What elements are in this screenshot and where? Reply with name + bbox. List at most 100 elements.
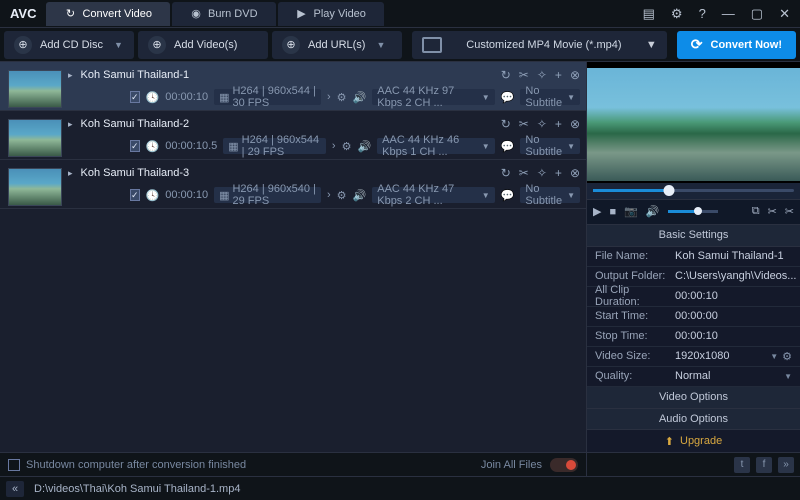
menu-icon[interactable]: ▤ [639,6,659,22]
audio-track-selector[interactable]: AAC 44 KHz 97 Kbps 2 CH ...▼ [372,89,494,105]
file-title: Koh Samui Thailand-3 [81,167,493,179]
add-videos-button[interactable]: ⊕ Add Video(s) [138,31,268,59]
video-thumbnail [8,119,62,157]
subtitle-selector[interactable]: No Subtitle▼ [520,89,580,105]
video-size-selector[interactable]: 1920x1080▼ [675,350,778,362]
close-button[interactable]: ✕ [775,6,794,22]
add-icon[interactable]: + [555,68,562,82]
volume-slider[interactable] [668,210,718,213]
effects-icon[interactable]: ✧ [537,117,547,131]
expand-icon[interactable]: ▸ [68,119,73,130]
trim-start-icon[interactable]: ✂ [768,205,777,218]
social-bar: t f » [587,452,800,476]
chevron-right-icon: › [332,140,336,152]
chevron-down-icon: ▼ [114,40,123,50]
seek-slider[interactable] [593,189,794,192]
file-item[interactable]: ▸ Koh Samui Thailand-3 ↻ ✂ ✧ + ⊗ ✓ 🕓 00:… [0,160,586,209]
subtitle-selector[interactable]: No Subtitle▼ [520,138,580,154]
stop-time-value[interactable]: 00:00:10 [675,330,792,342]
file-item[interactable]: ▸ Koh Samui Thailand-1 ↻ ✂ ✧ + ⊗ ✓ 🕓 00:… [0,62,586,111]
audio-options-header[interactable]: Audio Options [587,409,800,431]
settings-icon[interactable]: ⚙ [337,91,347,104]
film-icon: ▦ [219,91,229,104]
refresh-icon[interactable]: ↻ [501,117,511,131]
remove-icon[interactable]: ⊗ [570,117,580,131]
expand-icon[interactable]: ▸ [68,168,73,179]
prop-clip-duration: All Clip Duration:00:00:10 [587,287,800,307]
settings-icon[interactable]: ⚙ [337,189,347,202]
remove-icon[interactable]: ⊗ [570,68,580,82]
file-checkbox[interactable]: ✓ [130,91,140,103]
video-options-header[interactable]: Video Options [587,387,800,409]
tab-convert-video[interactable]: ↻ Convert Video [46,2,170,26]
gear-icon[interactable]: ⚙ [782,350,792,363]
remove-icon[interactable]: ⊗ [570,166,580,180]
loop-icon[interactable]: ⧉ [752,205,760,218]
expand-icon[interactable]: ▸ [68,70,73,81]
disc-plus-icon: ⊕ [14,36,32,54]
shutdown-checkbox[interactable] [8,459,20,471]
add-cd-disc-button[interactable]: ⊕ Add CD Disc ▼ [4,31,134,59]
settings-icon[interactable]: ⚙ [342,140,352,153]
add-urls-button[interactable]: ⊕ Add URL(s) ▼ [272,31,402,59]
twitter-icon[interactable]: t [734,457,750,473]
seek-knob[interactable] [664,185,675,196]
trim-end-icon[interactable]: ✂ [785,205,794,218]
chevron-down-icon: ▼ [376,40,385,50]
scissors-icon[interactable]: ✂ [519,117,529,131]
right-panel: ▶ ■ 📷 🔊 ⧉ ✂ ✂ Basic Settings File Name:K… [586,62,800,476]
add-icon[interactable]: + [555,117,562,131]
file-name-value[interactable]: Koh Samui Thailand-1 [675,250,792,262]
maximize-button[interactable]: ▢ [747,6,767,22]
refresh-icon[interactable]: ↻ [501,166,511,180]
start-time-value[interactable]: 00:00:00 [675,310,792,322]
audio-track-selector[interactable]: AAC 44 KHz 46 Kbps 1 CH ...▼ [377,138,495,154]
effects-icon[interactable]: ✧ [537,68,547,82]
titlebar: AVC ↻ Convert Video ◉ Burn DVD ▶ Play Vi… [0,0,800,28]
file-title: Koh Samui Thailand-1 [81,69,493,81]
stop-button[interactable]: ■ [609,206,616,218]
subtitle-selector[interactable]: No Subtitle▼ [520,187,580,203]
minimize-button[interactable]: — [718,6,739,21]
tab-play-video[interactable]: ▶ Play Video [278,2,384,26]
effects-icon[interactable]: ✧ [537,166,547,180]
output-preset-selector[interactable]: Customized MP4 Movie (*.mp4) ▼ [412,31,667,59]
upgrade-button[interactable]: ⬆Upgrade [587,430,800,452]
basic-settings-props: File Name:Koh Samui Thailand-1 Output Fo… [587,247,800,387]
speaker-icon: 🔊 [353,189,367,202]
scissors-icon[interactable]: ✂ [519,166,529,180]
video-thumbnail [8,168,62,206]
add-icon[interactable]: + [555,166,562,180]
settings-icon[interactable]: ⚙ [667,6,687,22]
join-files-toggle[interactable] [550,458,578,472]
file-item[interactable]: ▸ Koh Samui Thailand-2 ↻ ✂ ✧ + ⊗ ✓ 🕓 00:… [0,111,586,160]
refresh-icon[interactable]: ↻ [501,68,511,82]
file-checkbox[interactable]: ✓ [130,189,140,201]
subtitle-icon: 💬 [501,91,515,104]
file-checkbox[interactable]: ✓ [130,140,140,152]
snapshot-button[interactable]: 📷 [624,205,638,218]
scissors-icon[interactable]: ✂ [519,68,529,82]
tab-burn-dvd[interactable]: ◉ Burn DVD [172,2,276,26]
volume-icon[interactable]: 🔊 [646,205,660,218]
output-folder-value[interactable]: C:\Users\yangh\Videos...📂 [675,270,800,283]
speaker-icon: 🔊 [357,140,371,153]
file-path-label: D:\videos\Thai\Koh Samui Thailand-1.mp4 [34,483,240,495]
collapse-button[interactable]: « [6,481,24,497]
quality-selector[interactable]: Normal▼ [675,370,792,382]
audio-track-selector[interactable]: AAC 44 KHz 47 Kbps 2 CH ...▼ [372,187,494,203]
tab-label: Convert Video [82,8,152,20]
file-list: ▸ Koh Samui Thailand-1 ↻ ✂ ✧ + ⊗ ✓ 🕓 00:… [0,62,586,476]
facebook-icon[interactable]: f [756,457,772,473]
help-icon[interactable]: ? [695,6,710,21]
play-button[interactable]: ▶ [593,205,601,218]
prop-start-time: Start Time:00:00:00 [587,307,800,327]
subtitle-icon: 💬 [501,189,515,202]
clock-icon: 🕓 [146,91,160,104]
list-footer: Shutdown computer after conversion finis… [0,452,586,476]
status-bar: « D:\videos\Thai\Koh Samui Thailand-1.mp… [0,476,800,500]
convert-now-button[interactable]: ⟳ Convert Now! [677,31,796,59]
clock-icon: 🕓 [146,189,160,202]
more-icon[interactable]: » [778,457,794,473]
basic-settings-header[interactable]: Basic Settings [587,225,800,247]
